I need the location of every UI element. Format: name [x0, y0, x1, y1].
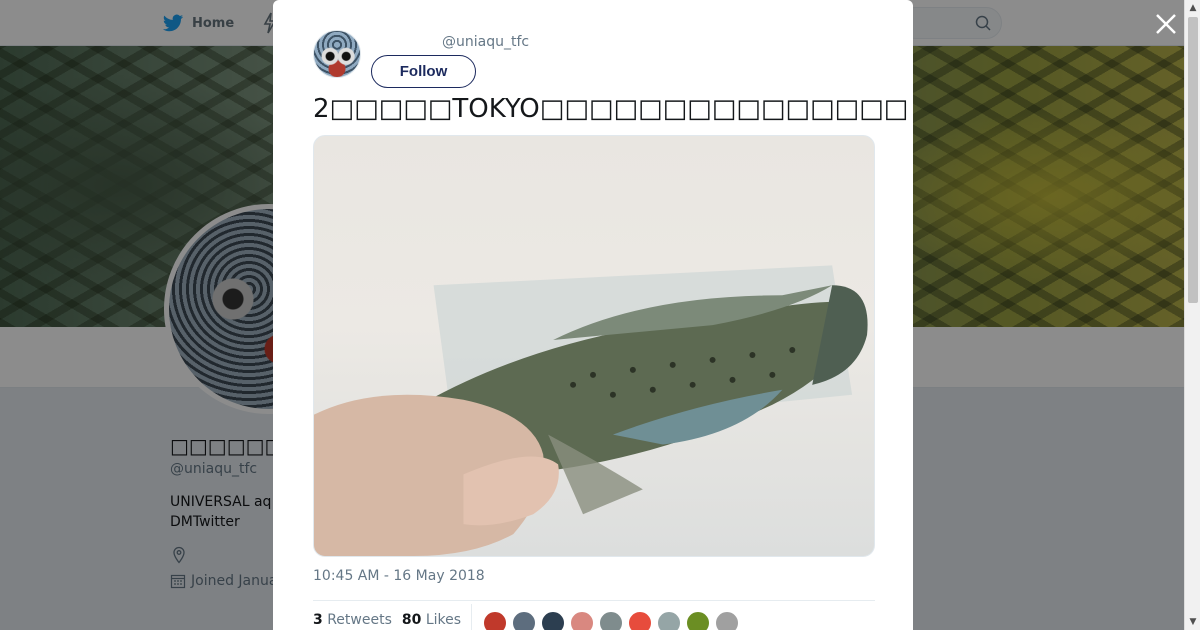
retweets-count: 3	[313, 612, 323, 628]
scroll-thumb[interactable]	[1188, 17, 1198, 303]
tweet-photo[interactable]	[313, 135, 875, 557]
liker-avatar[interactable]	[541, 611, 565, 630]
retweets-label: Retweets	[327, 612, 392, 628]
tweet-author-handle[interactable]: @uniaqu_tfc	[442, 34, 529, 50]
liker-avatar[interactable]	[715, 611, 739, 630]
tweet-author-avatar[interactable]	[313, 30, 361, 78]
liker-avatar[interactable]	[686, 611, 710, 630]
scroll-up-arrow[interactable]: ▲	[1185, 0, 1200, 16]
liker-avatar[interactable]	[483, 611, 507, 630]
close-icon[interactable]	[1154, 12, 1178, 36]
likes-stat[interactable]: 80 Likes	[402, 612, 461, 628]
tweet-text: 2□□□□□TOKYO□□□□□□□□□□□□□□□	[313, 94, 909, 124]
liker-avatars	[483, 611, 739, 630]
retweets-stat[interactable]: 3 Retweets	[313, 612, 392, 628]
tweet-modal: @uniaqu_tfc Follow 2□□□□□TOKYO□□□□□□□□□□…	[273, 0, 913, 630]
tweet-timestamp[interactable]: 10:45 AM - 16 May 2018	[313, 568, 485, 584]
liker-avatar[interactable]	[599, 611, 623, 630]
stats-separator	[471, 604, 472, 630]
follow-button[interactable]: Follow	[371, 55, 476, 88]
likes-label: Likes	[425, 612, 462, 628]
liker-avatar[interactable]	[657, 611, 681, 630]
scroll-down-arrow[interactable]: ▼	[1185, 614, 1200, 630]
liker-avatar[interactable]	[628, 611, 652, 630]
likes-count: 80	[401, 612, 422, 628]
page-scrollbar[interactable]: ▲ ▼	[1184, 0, 1200, 630]
fish-photo	[314, 265, 868, 556]
liker-avatar[interactable]	[570, 611, 594, 630]
tweet-stats: 3 Retweets 80 Likes	[313, 612, 461, 628]
divider	[313, 600, 875, 601]
liker-avatar[interactable]	[512, 611, 536, 630]
